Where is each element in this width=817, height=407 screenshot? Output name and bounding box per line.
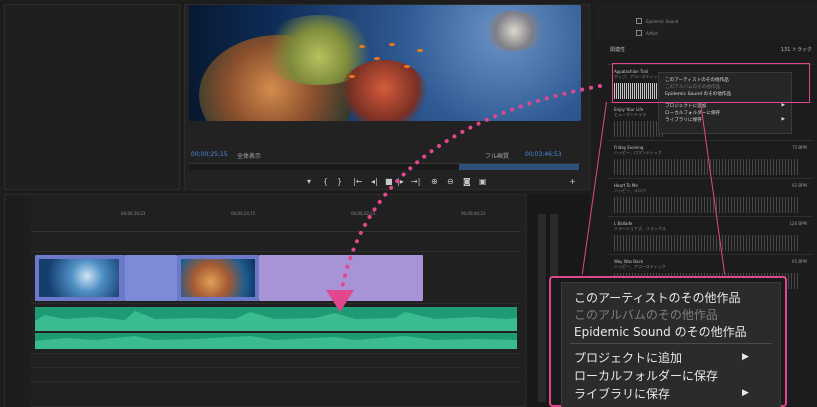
menu-add-to-project[interactable]: プロジェクトに追加 — [574, 349, 682, 366]
menu-save-library[interactable]: ライブラリに保存 — [574, 385, 670, 402]
menu-save-local[interactable]: ローカルフォルダーに保存 — [574, 367, 718, 384]
submenu-arrow-icon: ▶ — [742, 388, 749, 398]
track-context-menu-zoom: このアーティストのその他作品 このアルバムのその他作品 Epidemic Sou… — [549, 276, 787, 407]
arrow-head-icon — [326, 290, 354, 312]
submenu-arrow-icon: ▶ — [742, 352, 749, 362]
menu-more-album: このアルバムのその他作品 — [574, 308, 718, 322]
menu-more-artist[interactable]: このアーティストのその他作品 — [574, 289, 741, 306]
menu-more-epidemic[interactable]: Epidemic Sound のその他作品 — [574, 323, 747, 340]
app-window: 00;00;25;15 全体表示 フル画質 00;03;46;53 ▾ { } … — [0, 0, 817, 407]
